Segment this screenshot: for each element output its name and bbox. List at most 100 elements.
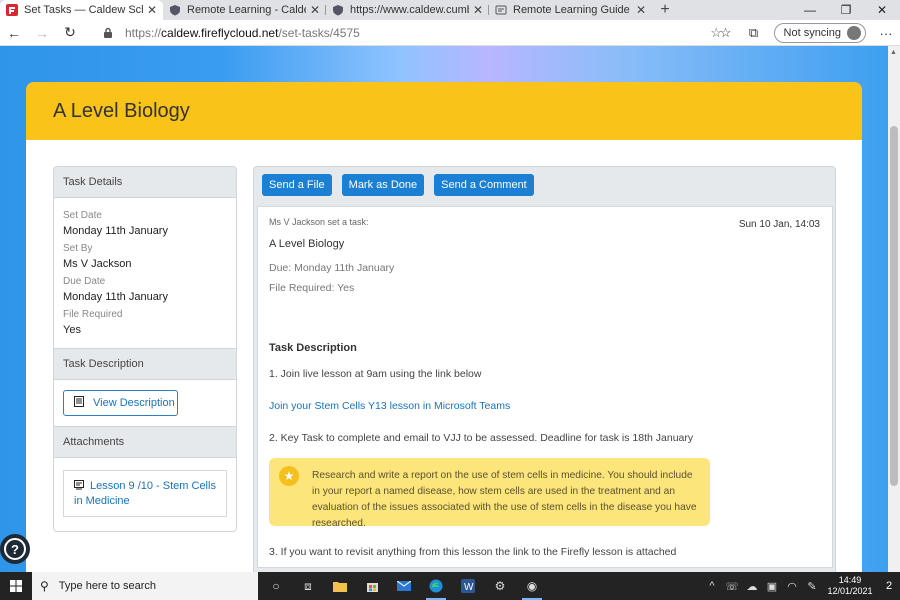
word-icon[interactable]: W bbox=[452, 572, 484, 600]
task-card: A Level Biology Task Details Set Date Mo… bbox=[26, 82, 862, 572]
wifi-icon[interactable]: ◠ bbox=[782, 580, 802, 593]
attachment-link[interactable]: Lesson 9 /10 - Stem Cells in Medicine bbox=[63, 470, 227, 517]
windows-start-icon[interactable] bbox=[0, 572, 32, 600]
callout-text: Research and write a report on the use o… bbox=[312, 470, 697, 529]
profile-sync-button[interactable]: Not syncing bbox=[773, 23, 866, 43]
mark-as-done-button[interactable]: Mark as Done bbox=[341, 174, 425, 196]
task-sidebar: Task Details Set Date Monday 11th Januar… bbox=[53, 166, 237, 532]
page-viewport: A Level Biology Task Details Set Date Mo… bbox=[0, 46, 888, 572]
step-2: 2. Key Task to complete and email to VJJ… bbox=[269, 432, 694, 444]
send-comment-button[interactable]: Send a Comment bbox=[434, 174, 534, 196]
tab-title: Set Tasks — Caldew School bbox=[24, 4, 143, 16]
onedrive-cloud-icon[interactable]: ☁ bbox=[742, 580, 762, 593]
window-controls: — ❐ ✕ bbox=[792, 0, 900, 20]
task-details-body: Set Date Monday 11th January Set By Ms V… bbox=[54, 198, 236, 348]
restore-icon[interactable]: ❐ bbox=[828, 0, 864, 20]
svg-text:W: W bbox=[464, 582, 474, 593]
help-button[interactable]: ? bbox=[0, 534, 30, 564]
notification-center-icon[interactable]: 2 bbox=[878, 580, 900, 592]
favorites-icon[interactable]: ☆ bbox=[712, 25, 740, 41]
close-tab-icon[interactable]: ✕ bbox=[147, 3, 157, 17]
task-header: A Level Biology bbox=[26, 82, 862, 140]
more-menu-icon[interactable]: ··· bbox=[872, 26, 900, 41]
system-clock[interactable]: 14:49 12/01/2021 bbox=[822, 575, 878, 597]
browser-tab-it-guide[interactable]: Remote Learning Guide & IT Sup ✕ bbox=[489, 0, 652, 20]
cortana-icon[interactable]: ○ bbox=[260, 572, 292, 600]
search-icon: ⚲ bbox=[40, 579, 49, 593]
school-favicon-icon bbox=[169, 4, 181, 16]
browser-tab-remote-learning[interactable]: Remote Learning - Caldew School ✕ bbox=[163, 0, 326, 20]
set-date-value: Monday 11th January bbox=[63, 225, 168, 237]
address-bar[interactable]: https://caldew.fireflycloud.net/set-task… bbox=[95, 22, 728, 44]
close-tab-icon[interactable]: ✕ bbox=[310, 3, 320, 17]
notification-count: 2 bbox=[885, 580, 893, 592]
tab-strip: Set Tasks — Caldew School ✕ Remote Learn… bbox=[0, 0, 900, 20]
school-favicon-icon bbox=[332, 4, 344, 16]
due-date-label: Due Date bbox=[63, 276, 106, 287]
lesson-icon bbox=[74, 480, 84, 494]
browser-tab-set-tasks[interactable]: Set Tasks — Caldew School ✕ bbox=[0, 0, 163, 20]
page-favicon-icon bbox=[495, 4, 507, 16]
page-title: A Level Biology bbox=[53, 99, 190, 122]
task-details-heading: Task Details bbox=[54, 167, 236, 198]
document-icon bbox=[74, 396, 84, 410]
refresh-icon[interactable]: ↻ bbox=[56, 24, 84, 41]
taskbar-search-box[interactable]: ⚲ Type here to search bbox=[32, 572, 258, 600]
store-icon[interactable] bbox=[356, 572, 388, 600]
description-heading: Task Description bbox=[269, 342, 357, 354]
app-circle-icon[interactable]: ◉ bbox=[516, 572, 548, 600]
set-by-label: Set By bbox=[63, 243, 93, 254]
message-subject: A Level Biology bbox=[269, 238, 345, 250]
close-window-icon[interactable]: ✕ bbox=[864, 0, 900, 20]
scroll-up-icon[interactable]: ▲ bbox=[890, 49, 897, 56]
lock-icon[interactable] bbox=[103, 27, 117, 39]
settings-gear-icon[interactable]: ⚙ bbox=[484, 572, 516, 600]
task-main-panel: Send a File Mark as Done Send a Comment … bbox=[253, 166, 836, 572]
pen-icon[interactable]: ✎ bbox=[802, 580, 822, 593]
step-1: 1. Join live lesson at 9am using the lin… bbox=[269, 368, 482, 380]
teams-lesson-link[interactable]: Join your Stem Cells Y13 lesson in Micro… bbox=[269, 400, 821, 412]
clock-date: 12/01/2021 bbox=[827, 586, 873, 596]
forward-icon[interactable]: → bbox=[28, 25, 56, 41]
browser-toolbar: ← → ↻ https://caldew.fireflycloud.net/se… bbox=[0, 20, 900, 46]
file-required-value: Yes bbox=[63, 324, 81, 336]
meet-now-icon[interactable]: ☏ bbox=[722, 580, 742, 593]
tab-title: https://www.caldew.cumbria.sch bbox=[350, 4, 469, 16]
windows-taskbar: ⚲ Type here to search ○ ⧈ W ⚙ ◉ ^ ☏ ☁ ▣ … bbox=[0, 572, 900, 600]
set-date-label: Set Date bbox=[63, 210, 102, 221]
display-icon[interactable]: ▣ bbox=[762, 580, 782, 593]
clock-time: 14:49 bbox=[838, 575, 862, 585]
avatar bbox=[847, 26, 861, 40]
tab-title: Remote Learning Guide & IT Sup bbox=[513, 4, 632, 16]
close-tab-icon[interactable]: ✕ bbox=[473, 3, 483, 17]
file-explorer-icon[interactable] bbox=[324, 572, 356, 600]
message-timestamp: Sun 10 Jan, 14:03 bbox=[738, 219, 820, 230]
attachments-heading: Attachments bbox=[54, 426, 236, 458]
new-tab-button[interactable]: + bbox=[652, 0, 678, 20]
send-file-button[interactable]: Send a File bbox=[262, 174, 332, 196]
browser-tab-caldew-site[interactable]: https://www.caldew.cumbria.sch ✕ bbox=[326, 0, 489, 20]
task-message: Ms V Jackson set a task: Sun 10 Jan, 14:… bbox=[257, 206, 833, 568]
step-3: 3. If you want to revisit anything from … bbox=[269, 546, 677, 558]
key-task-callout: ★ Research and write a report on the use… bbox=[269, 458, 710, 529]
firefly-favicon-icon bbox=[6, 4, 18, 16]
attachment-label: Lesson 9 /10 - Stem Cells in Medicine bbox=[74, 480, 216, 507]
view-description-button[interactable]: View Description bbox=[63, 390, 178, 416]
page-scrollbar[interactable]: ▲ bbox=[888, 46, 900, 572]
system-tray: ^ ☏ ☁ ▣ ◠ ✎ 14:49 12/01/2021 2 bbox=[702, 572, 900, 600]
close-tab-icon[interactable]: ✕ bbox=[636, 3, 646, 17]
url-host: caldew.fireflycloud.net bbox=[161, 26, 279, 40]
help-icon: ? bbox=[4, 538, 26, 560]
minimize-icon[interactable]: — bbox=[792, 0, 828, 20]
message-file-required: File Required: Yes bbox=[269, 282, 355, 294]
mail-icon[interactable] bbox=[388, 572, 420, 600]
collections-icon[interactable]: ⧉ bbox=[740, 25, 768, 41]
sync-label: Not syncing bbox=[783, 27, 841, 39]
url-path: /set-tasks/4575 bbox=[278, 26, 360, 40]
task-view-icon[interactable]: ⧈ bbox=[292, 572, 324, 600]
back-icon[interactable]: ← bbox=[0, 25, 28, 41]
scrollbar-thumb[interactable] bbox=[890, 126, 898, 486]
tab-title: Remote Learning - Caldew School bbox=[187, 4, 306, 16]
show-hidden-icons-icon[interactable]: ^ bbox=[702, 580, 722, 592]
edge-browser-icon[interactable] bbox=[420, 572, 452, 600]
